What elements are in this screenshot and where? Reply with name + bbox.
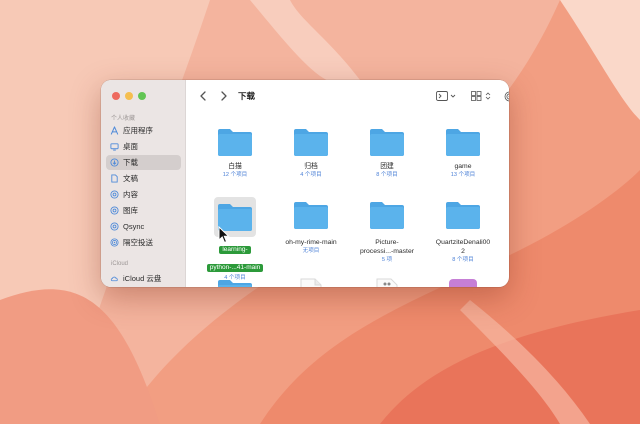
sidebar-item-label: 应用程序 xyxy=(123,126,153,135)
sidebar-item-label: iCloud 云盘 xyxy=(123,274,162,283)
file-item-partial[interactable] xyxy=(351,278,423,287)
finder-window: 个人收藏 应用程序 桌面 下载 文稿 内容 图库 Qsync 隔空投送 iClo… xyxy=(101,80,509,287)
file-item-partial[interactable] xyxy=(199,278,271,287)
folder-icon xyxy=(294,129,328,156)
file-item[interactable]: game 13 个项目 xyxy=(427,127,499,179)
view-options-button[interactable] xyxy=(471,89,493,103)
qsync-icon xyxy=(110,222,119,231)
sidebar-item-applications[interactable]: 应用程序 xyxy=(106,123,181,138)
sidebar-item-content[interactable]: 内容 xyxy=(106,187,181,202)
file-item[interactable]: 归档 4 个项目 xyxy=(275,127,347,179)
file-name-line2: processi...-master xyxy=(359,248,414,255)
sidebar-item-desktop[interactable]: 桌面 xyxy=(106,139,181,154)
file-item[interactable]: 团建 8 个项目 xyxy=(351,127,423,179)
airdrop-button[interactable] xyxy=(503,89,509,103)
grid-view-icon xyxy=(471,91,491,101)
file-item-count: 8 个项目 xyxy=(376,172,398,178)
sidebar-item-icloud-drive[interactable]: iCloud 云盘 xyxy=(106,271,181,286)
chevron-left-icon xyxy=(200,91,206,101)
sidebar: 个人收藏 应用程序 桌面 下载 文稿 内容 图库 Qsync 隔空投送 iClo… xyxy=(101,80,186,287)
file-item-count: 无项目 xyxy=(302,248,320,254)
sidebar-section-favorites: 个人收藏 xyxy=(111,116,136,122)
downloads-icon xyxy=(110,158,119,167)
close-button[interactable] xyxy=(112,92,120,100)
sidebar-item-documents[interactable]: 文稿 xyxy=(106,171,181,186)
documents-icon xyxy=(110,174,119,183)
desktop-icon xyxy=(110,142,119,151)
file-name-line1: QuartziteDenali00 xyxy=(435,239,491,246)
sidebar-item-label: 下载 xyxy=(123,158,138,167)
sidebar-item-label: 文稿 xyxy=(123,174,138,183)
file-name-line2: 2 xyxy=(461,248,465,255)
file-item-partial[interactable] xyxy=(275,278,347,287)
file-item[interactable]: Picture- processi...-master 5 项 xyxy=(351,200,423,264)
file-item-count: 13 个项目 xyxy=(450,172,476,178)
file-name: game xyxy=(454,163,472,170)
sidebar-item-label: Qsync xyxy=(123,222,145,231)
folder-icon xyxy=(446,129,480,156)
file-item-count: 5 项 xyxy=(381,257,393,263)
file-item-selected[interactable]: learning- python-...41-main 4 个项目 xyxy=(199,197,271,282)
file-item[interactable]: QuartziteDenali00 2 8 个项目 xyxy=(427,200,499,264)
minimize-button[interactable] xyxy=(125,92,133,100)
applications-icon xyxy=(110,126,119,135)
folder-icon xyxy=(218,129,252,156)
window-controls xyxy=(112,92,146,100)
sidebar-item-label: 内容 xyxy=(123,190,138,199)
folder-icon xyxy=(294,202,328,229)
file-name-line2: python-...41-main xyxy=(206,264,264,272)
sidebar-item-label: 桌面 xyxy=(123,142,138,151)
window-title: 下载 xyxy=(238,91,256,101)
file-name: 团建 xyxy=(380,163,394,170)
file-item-count: 4 个项目 xyxy=(300,172,322,178)
file-name: 归档 xyxy=(304,163,318,170)
file-name: 白描 xyxy=(228,163,242,170)
airdrop-icon xyxy=(110,238,119,247)
file-item-count: 12 个项目 xyxy=(222,172,248,178)
mouse-pointer-icon xyxy=(218,226,230,244)
sidebar-item-library[interactable]: 图库 xyxy=(106,203,181,218)
chevron-right-icon xyxy=(221,91,227,101)
toolbar: 下载 xyxy=(187,80,509,112)
airdrop-icon xyxy=(504,91,509,101)
sidebar-item-label: 隔空投送 xyxy=(123,238,153,247)
sidebar-item-airdrop[interactable]: 隔空投送 xyxy=(106,235,181,250)
file-item[interactable]: oh-my-rime-main 无项目 xyxy=(275,200,347,255)
content-icon xyxy=(110,190,119,199)
terminal-icon xyxy=(436,91,456,101)
forward-button[interactable] xyxy=(218,89,230,103)
file-item-partial[interactable] xyxy=(427,278,499,287)
file-grid: 白描 12 个项目 归档 4 个项目 团建 8 个项目 game 13 个项目 … xyxy=(187,112,509,287)
file-name: oh-my-rime-main xyxy=(285,239,337,246)
back-button[interactable] xyxy=(197,89,209,103)
file-item[interactable]: 白描 12 个项目 xyxy=(199,127,271,179)
terminal-button[interactable] xyxy=(435,89,459,103)
document-icon xyxy=(300,278,322,287)
sidebar-item-downloads[interactable]: 下载 xyxy=(106,155,181,170)
sidebar-item-label: 图库 xyxy=(123,206,138,215)
sidebar-item-qsync[interactable]: Qsync xyxy=(106,219,181,234)
zoom-button[interactable] xyxy=(138,92,146,100)
library-icon xyxy=(110,206,119,215)
document-icon xyxy=(376,278,398,287)
folder-icon xyxy=(370,129,404,156)
file-name-line1: Picture- xyxy=(375,239,399,246)
folder-icon xyxy=(446,202,480,229)
file-name-line1: learning- xyxy=(219,246,251,254)
folder-icon xyxy=(218,280,252,287)
folder-icon xyxy=(370,202,404,229)
sidebar-section-icloud: iCloud xyxy=(111,261,129,267)
icloud-drive-icon xyxy=(110,274,119,283)
file-item-count: 8 个项目 xyxy=(452,257,474,263)
app-icon xyxy=(449,279,477,287)
